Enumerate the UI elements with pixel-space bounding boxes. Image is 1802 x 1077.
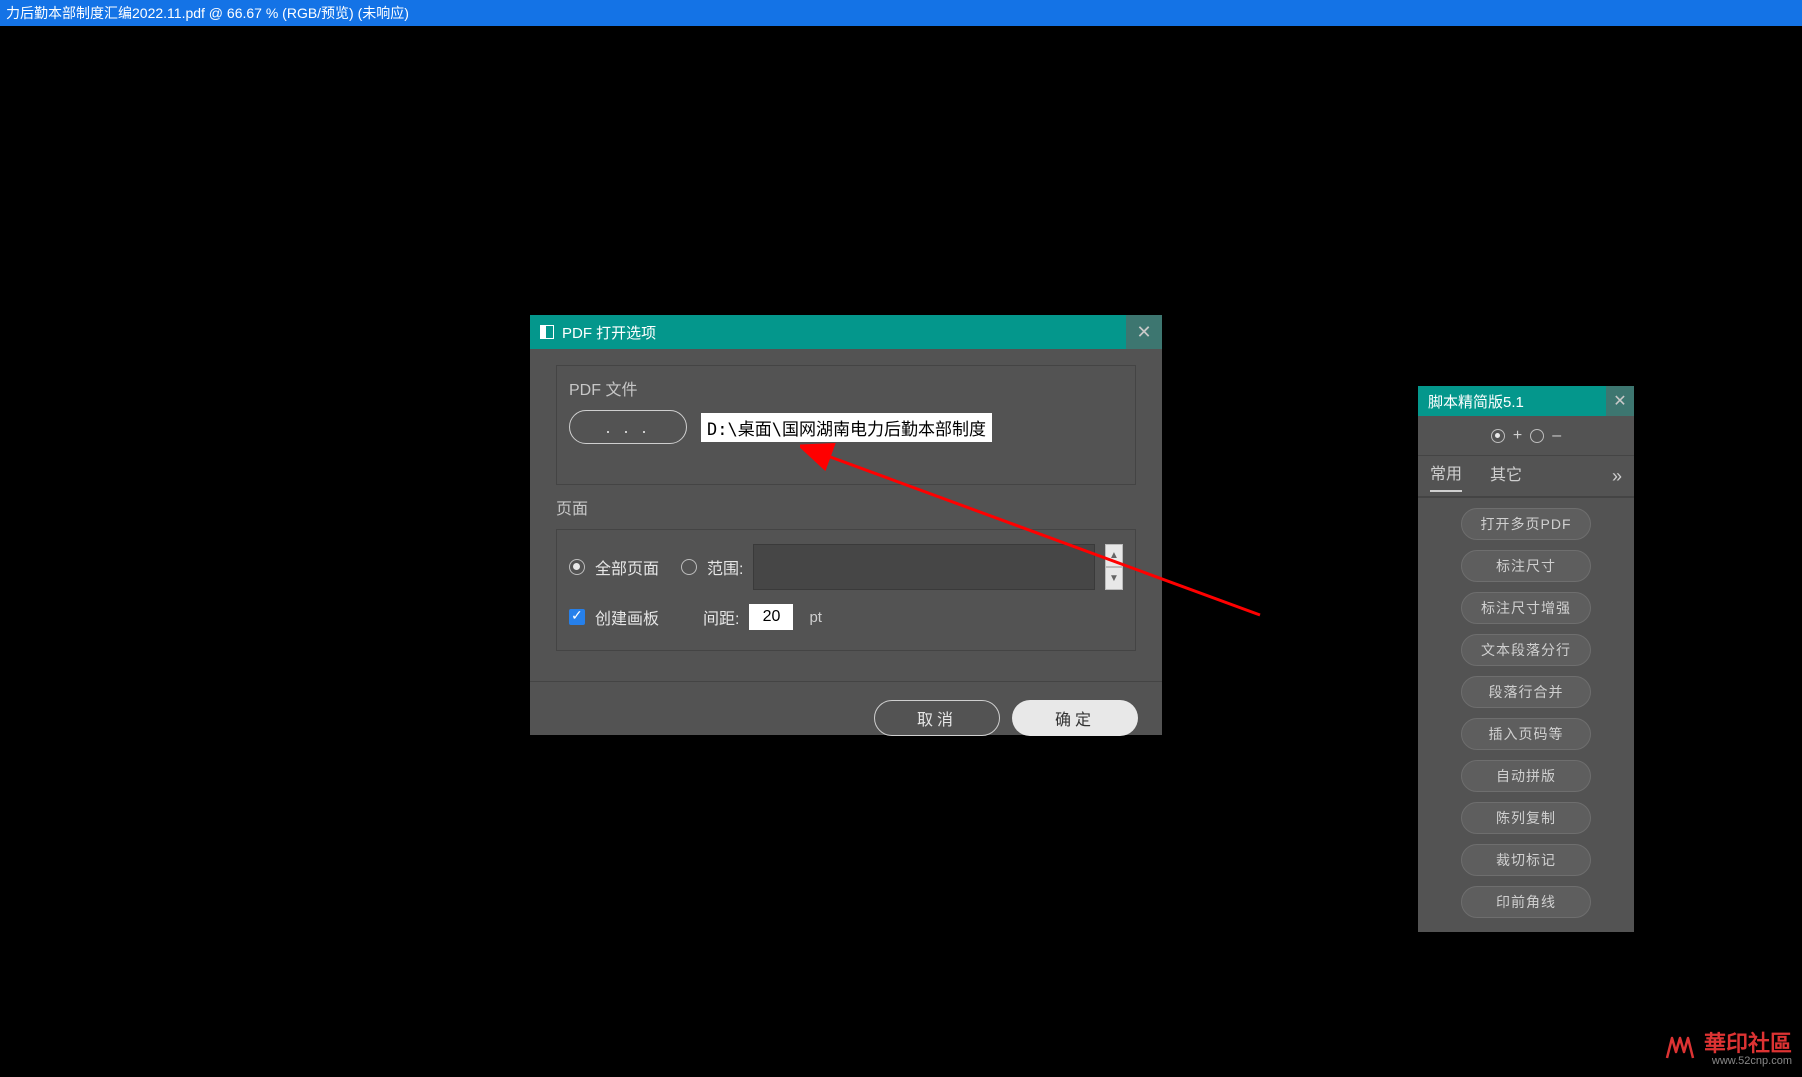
panel-btn-auto-imposition[interactable]: 自动拼版 (1461, 760, 1591, 792)
panel-mode-plus-label: + (1513, 427, 1522, 445)
script-panel: 脚本精简版5.1 ✕ + – 常用 其它 » 打开多页PDF 标注尺寸 标注尺寸… (1418, 386, 1634, 932)
panel-tab-more[interactable]: » (1612, 466, 1622, 487)
range-spinner-up[interactable]: ▲ (1105, 544, 1123, 567)
panel-tabs: 常用 其它 » (1418, 456, 1634, 498)
file-path-display: D:\桌面\国网湖南电力后勤本部制度 (701, 413, 992, 442)
panel-btn-dim-adv[interactable]: 标注尺寸增强 (1461, 592, 1591, 624)
create-artboard-checkbox[interactable] (569, 609, 585, 625)
page-row: 全部页面 范围: ▲ ▼ (569, 544, 1123, 590)
panel-btn-insert-pageno[interactable]: 插入页码等 (1461, 718, 1591, 750)
watermark-sub: www.52cnp.com (1712, 1055, 1792, 1067)
panel-btn-prepress-corner[interactable]: 印前角线 (1461, 886, 1591, 918)
panel-btn-text-split[interactable]: 文本段落分行 (1461, 634, 1591, 666)
range-spinner: ▲ ▼ (1105, 544, 1123, 590)
watermark-main: 華印社區 (1704, 1026, 1792, 1058)
spacing-label: 间距: (703, 605, 739, 629)
page-section-label: 页面 (556, 495, 1136, 519)
create-artboard-row: 创建画板 间距: pt (569, 604, 1123, 630)
panel-tab-other[interactable]: 其它 (1490, 461, 1522, 491)
panel-title: 脚本精简版5.1 (1428, 391, 1524, 412)
create-artboard-label: 创建画板 (595, 605, 659, 629)
dialog-body: PDF 文件 . . . D:\桌面\国网湖南电力后勤本部制度 页面 全部页面 … (530, 349, 1162, 651)
dialog-button-row: 取消 确定 (530, 681, 1162, 754)
panel-mode-minus-radio[interactable] (1530, 429, 1544, 443)
dialog-close-button[interactable]: ✕ (1126, 315, 1162, 349)
pdf-open-options-dialog: PDF 打开选项 ✕ PDF 文件 . . . D:\桌面\国网湖南电力后勤本部… (530, 315, 1162, 735)
page-section: 全部页面 范围: ▲ ▼ 创建画板 间距: pt (556, 529, 1136, 651)
app-title: 力后勤本部制度汇编2022.11.pdf @ 66.67 % (RGB/预览) … (6, 3, 409, 23)
dialog-title-icon (540, 325, 554, 339)
watermark-logo-icon (1664, 1034, 1696, 1060)
ok-button[interactable]: 确定 (1012, 700, 1138, 736)
watermark: 華印社區 www.52cnp.com (1664, 1026, 1792, 1067)
panel-tab-common[interactable]: 常用 (1430, 460, 1462, 492)
browse-button[interactable]: . . . (569, 410, 687, 444)
spacing-unit: pt (809, 609, 822, 626)
panel-mode-minus-label: – (1552, 427, 1561, 445)
panel-btn-dim[interactable]: 标注尺寸 (1461, 550, 1591, 582)
panel-btn-para-merge[interactable]: 段落行合并 (1461, 676, 1591, 708)
dialog-title: PDF 打开选项 (562, 322, 656, 343)
panel-btn-crop-marks[interactable]: 裁切标记 (1461, 844, 1591, 876)
all-pages-label: 全部页面 (595, 555, 659, 579)
panel-btn-array-copy[interactable]: 陈列复制 (1461, 802, 1591, 834)
range-spinner-down[interactable]: ▼ (1105, 567, 1123, 590)
panel-mode-plus-radio[interactable] (1491, 429, 1505, 443)
file-section: PDF 文件 . . . D:\桌面\国网湖南电力后勤本部制度 (556, 365, 1136, 485)
panel-btn-open-pdf[interactable]: 打开多页PDF (1461, 508, 1591, 540)
range-label: 范围: (707, 555, 743, 579)
range-radio[interactable] (681, 559, 697, 575)
all-pages-radio[interactable] (569, 559, 585, 575)
panel-titlebar[interactable]: 脚本精简版5.1 ✕ (1418, 386, 1634, 416)
app-titlebar: 力后勤本部制度汇编2022.11.pdf @ 66.67 % (RGB/预览) … (0, 0, 1802, 26)
panel-items: 打开多页PDF 标注尺寸 标注尺寸增强 文本段落分行 段落行合并 插入页码等 自… (1418, 498, 1634, 932)
dialog-titlebar[interactable]: PDF 打开选项 ✕ (530, 315, 1162, 349)
spacing-input[interactable] (749, 604, 793, 630)
file-section-label: PDF 文件 (569, 376, 1123, 400)
range-input[interactable] (753, 544, 1095, 590)
panel-mode-row: + – (1418, 416, 1634, 456)
file-row: . . . D:\桌面\国网湖南电力后勤本部制度 (569, 410, 1123, 444)
panel-close-button[interactable]: ✕ (1606, 386, 1634, 416)
cancel-button[interactable]: 取消 (874, 700, 1000, 736)
